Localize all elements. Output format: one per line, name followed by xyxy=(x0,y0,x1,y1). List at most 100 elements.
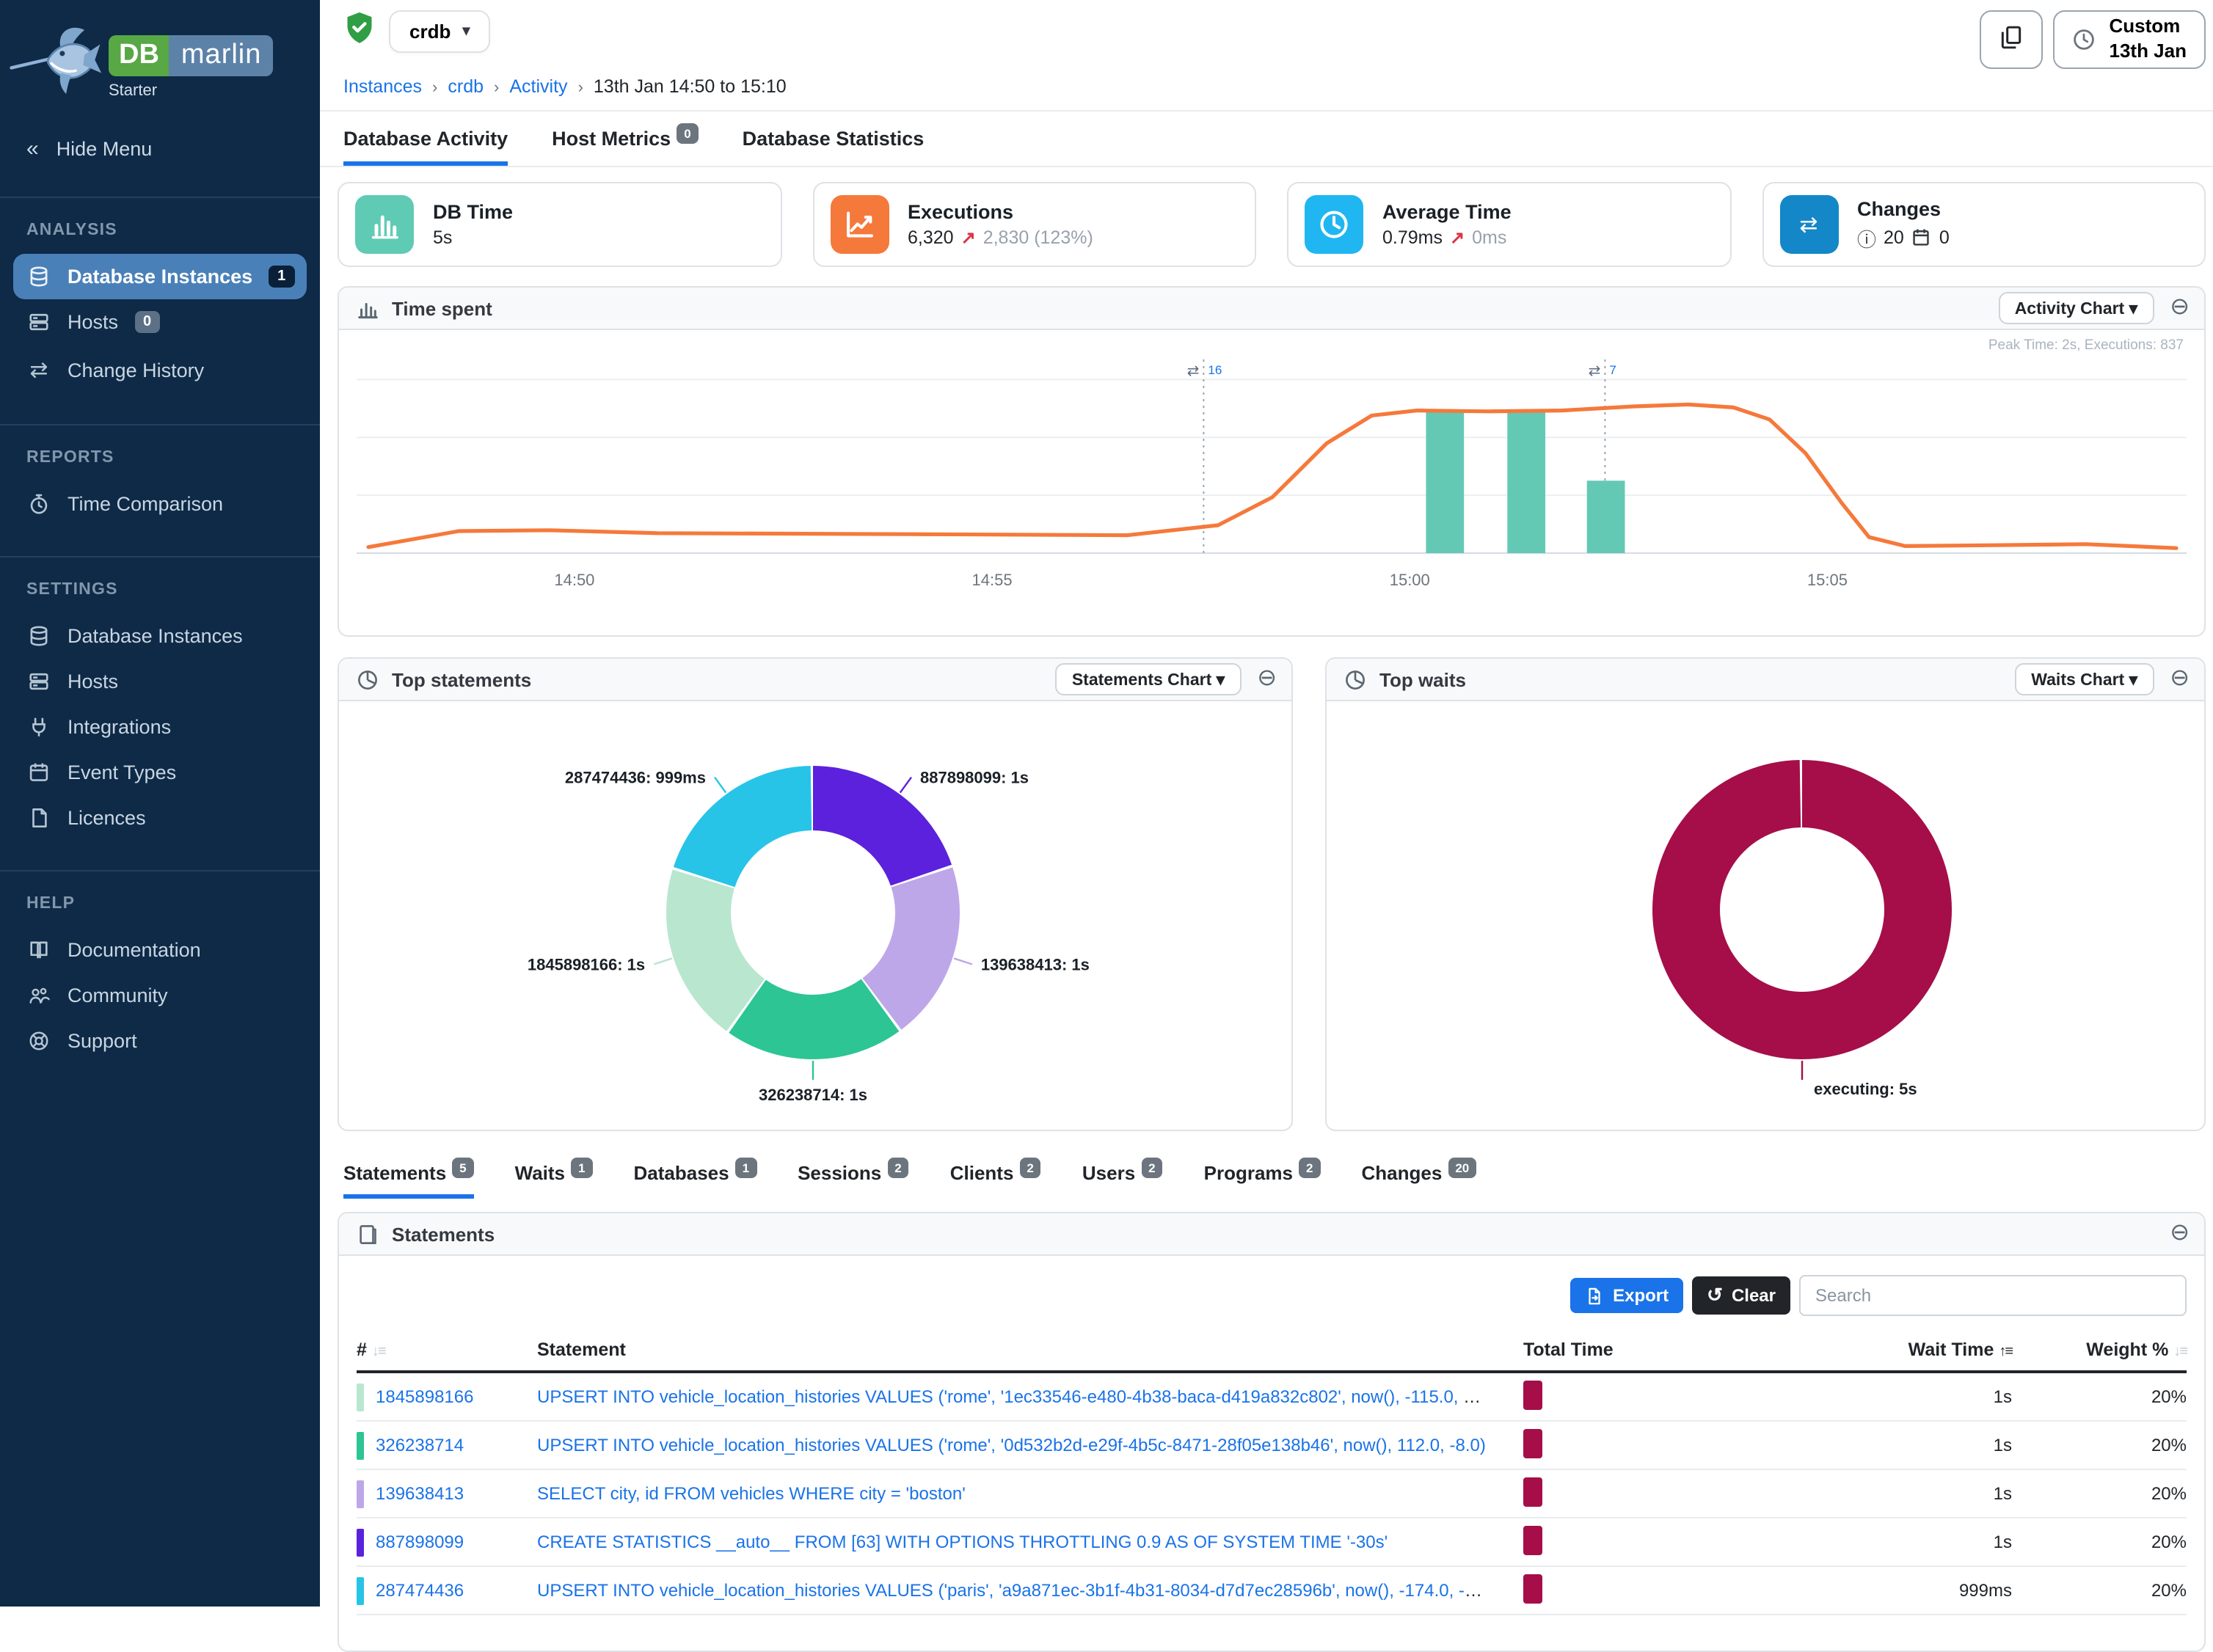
statement-link[interactable]: UPSERT INTO vehicle_location_histories V… xyxy=(537,1386,1503,1407)
collapse-icon[interactable]: ⊖ xyxy=(1257,668,1277,691)
sidebar-item-database-instances[interactable]: Database Instances xyxy=(0,613,320,659)
table-row: 1845898166 UPSERT INTO vehicle_location_h… xyxy=(357,1373,2187,1422)
svg-text:15:05: 15:05 xyxy=(1807,571,1848,589)
info-change-count: 20 xyxy=(1884,227,1904,248)
tab-databases[interactable]: Databases1 xyxy=(634,1162,757,1199)
logo-marlin: marlin xyxy=(169,35,273,76)
statement-link[interactable]: CREATE STATISTICS __auto__ FROM [63] WIT… xyxy=(537,1532,1388,1552)
statement-link[interactable]: UPSERT INTO vehicle_location_histories V… xyxy=(537,1435,1486,1455)
breadcrumb-item[interactable]: Instances xyxy=(343,76,422,97)
copy-icon xyxy=(1999,25,2024,54)
waits-chart-select[interactable]: Waits Chart ▾ xyxy=(2015,663,2154,695)
logo: DB marlin Starter xyxy=(0,0,320,113)
tab-database-activity[interactable]: Database Activity xyxy=(343,128,508,166)
tab-count-badge: 2 xyxy=(887,1158,908,1178)
metric-card-db-time[interactable]: DB Time5s xyxy=(338,182,781,267)
statement-link[interactable]: UPSERT INTO vehicle_location_histories V… xyxy=(537,1580,1505,1601)
tab-statements[interactable]: Statements5 xyxy=(343,1162,474,1199)
tab-clients[interactable]: Clients2 xyxy=(950,1162,1041,1199)
server-icon xyxy=(26,311,51,333)
breadcrumb-item[interactable]: Activity xyxy=(509,76,567,97)
hide-menu-button[interactable]: « Hide Menu xyxy=(0,113,320,182)
logo-badge: DB marlin xyxy=(109,35,273,76)
collapse-icon[interactable]: ⊖ xyxy=(2170,1222,2190,1246)
sidebar-item-label: Integrations xyxy=(68,716,171,738)
instance-selector[interactable]: crdb ▾ xyxy=(389,10,490,53)
col-header-wait-time[interactable]: Wait Time ↑≡ xyxy=(1721,1339,2012,1360)
waits-donut[interactable]: executing: 5s xyxy=(1327,701,2204,1130)
trend-up-icon: ↗ xyxy=(961,227,976,248)
statement-id-link[interactable]: 326238714 xyxy=(376,1435,464,1455)
search-input[interactable] xyxy=(1799,1275,2187,1316)
sidebar-item-community[interactable]: Community xyxy=(0,973,320,1018)
total-time-bar xyxy=(1523,1380,1542,1409)
sidebar-item-documentation[interactable]: Documentation xyxy=(0,927,320,973)
metric-card-changes[interactable]: ⇄ Changesⓘ200 xyxy=(1762,182,2206,267)
sidebar-item-support[interactable]: Support xyxy=(0,1018,320,1064)
statements-chart-select[interactable]: Statements Chart ▾ xyxy=(1056,663,1241,695)
sidebar-item-label: Hosts xyxy=(68,311,118,333)
tab-host-metrics[interactable]: Host Metrics0 xyxy=(552,128,699,166)
statement-link[interactable]: SELECT city, id FROM vehicles WHERE city… xyxy=(537,1483,966,1504)
tab-count-badge: 2 xyxy=(1019,1158,1040,1178)
shield-check-icon xyxy=(343,10,376,53)
sidebar-item-licences[interactable]: Licences xyxy=(0,795,320,841)
donut-slice xyxy=(1686,794,1918,1026)
tab-count-badge: 20 xyxy=(1448,1158,1476,1178)
clear-button[interactable]: ↺ Clear xyxy=(1692,1276,1790,1315)
statement-id-link[interactable]: 1845898166 xyxy=(376,1386,474,1407)
collapse-icon[interactable]: ⊖ xyxy=(2170,668,2190,691)
calendar-change-count: 0 xyxy=(1939,227,1950,248)
metric-card-executions[interactable]: Executions6,320↗2,830 (123%) xyxy=(812,182,1256,267)
sidebar-item-event-types[interactable]: Event Types xyxy=(0,750,320,795)
tab-label: Statements xyxy=(343,1162,446,1184)
sidebar-item-hosts[interactable]: Hosts xyxy=(0,659,320,704)
time-spent-chart[interactable]: Peak Time: 2s, Executions: 837 ⇄16⇄714:5… xyxy=(339,330,2204,635)
statement-color-chip xyxy=(357,1383,364,1411)
metric-value: 5s xyxy=(433,227,452,248)
tab-waits[interactable]: Waits1 xyxy=(515,1162,593,1199)
metric-value: 6,320 xyxy=(908,227,954,248)
statement-id-link[interactable]: 287474436 xyxy=(376,1580,464,1601)
col-header-weight[interactable]: Weight % ↓≡ xyxy=(2012,1339,2187,1360)
export-button[interactable]: Export xyxy=(1570,1278,1683,1313)
breadcrumb-separator: › xyxy=(484,79,509,97)
tab-changes[interactable]: Changes20 xyxy=(1362,1162,1477,1199)
licence-icon xyxy=(26,807,51,829)
tab-count-badge: 0 xyxy=(677,123,698,144)
sidebar-item-label: Database Instances xyxy=(68,266,252,288)
app: DB marlin Starter « Hide Menu ANALYSISDa… xyxy=(0,0,2213,1607)
sidebar-section: SETTINGSDatabase InstancesHostsIntegrati… xyxy=(0,556,320,855)
statement-id-link[interactable]: 887898099 xyxy=(376,1532,464,1552)
col-header-total-time[interactable]: Total Time xyxy=(1523,1339,1721,1360)
statement-id-link[interactable]: 139638413 xyxy=(376,1483,464,1504)
sidebar-item-database-instances[interactable]: Database Instances1 xyxy=(13,254,307,299)
tab-users[interactable]: Users2 xyxy=(1082,1162,1163,1199)
sidebar-item-integrations[interactable]: Integrations xyxy=(0,704,320,750)
activity-chart-select[interactable]: Activity Chart ▾ xyxy=(1999,292,2154,324)
clock-icon xyxy=(2073,28,2096,51)
statements-donut[interactable]: 887898099: 1s139638413: 1s326238714: 1s1… xyxy=(339,701,1291,1130)
metric-title: Executions xyxy=(908,201,1093,223)
copy-link-button[interactable] xyxy=(1980,10,2044,69)
sidebar-item-time-comparison[interactable]: Time Comparison xyxy=(0,481,320,527)
tab-programs[interactable]: Programs2 xyxy=(1204,1162,1321,1199)
swap-icon: ⇄ xyxy=(1779,195,1838,254)
sidebar-item-hosts[interactable]: Hosts0 xyxy=(0,299,320,345)
hide-menu-label: Hide Menu xyxy=(56,138,153,160)
col-header-id[interactable]: # ↓≡ xyxy=(357,1339,537,1360)
breadcrumb-item[interactable]: crdb xyxy=(448,76,484,97)
tab-sessions[interactable]: Sessions2 xyxy=(798,1162,909,1199)
database-icon xyxy=(26,266,51,288)
sidebar-item-change-history[interactable]: ⇄Change History xyxy=(0,345,320,395)
metric-delta: 0ms xyxy=(1472,227,1506,248)
col-header-statement[interactable]: Statement xyxy=(537,1339,1523,1360)
collapse-icon[interactable]: ⊖ xyxy=(2170,296,2190,320)
time-range-button[interactable]: Custom 13th Jan xyxy=(2054,10,2206,69)
top-statements-panel: Top statements Statements Chart ▾ ⊖ 8878… xyxy=(338,657,1293,1131)
statements-table: # ↓≡ Statement Total Time Wait Time ↑≡ W… xyxy=(357,1334,2187,1615)
main-tabs: Database Activity Host Metrics0 Database S… xyxy=(320,112,2213,166)
metric-card-average-time[interactable]: Average Time0.79ms↗0ms xyxy=(1287,182,1731,267)
tab-database-statistics[interactable]: Database Statistics xyxy=(743,128,925,166)
sort-icon: ↓≡ xyxy=(372,1344,385,1360)
